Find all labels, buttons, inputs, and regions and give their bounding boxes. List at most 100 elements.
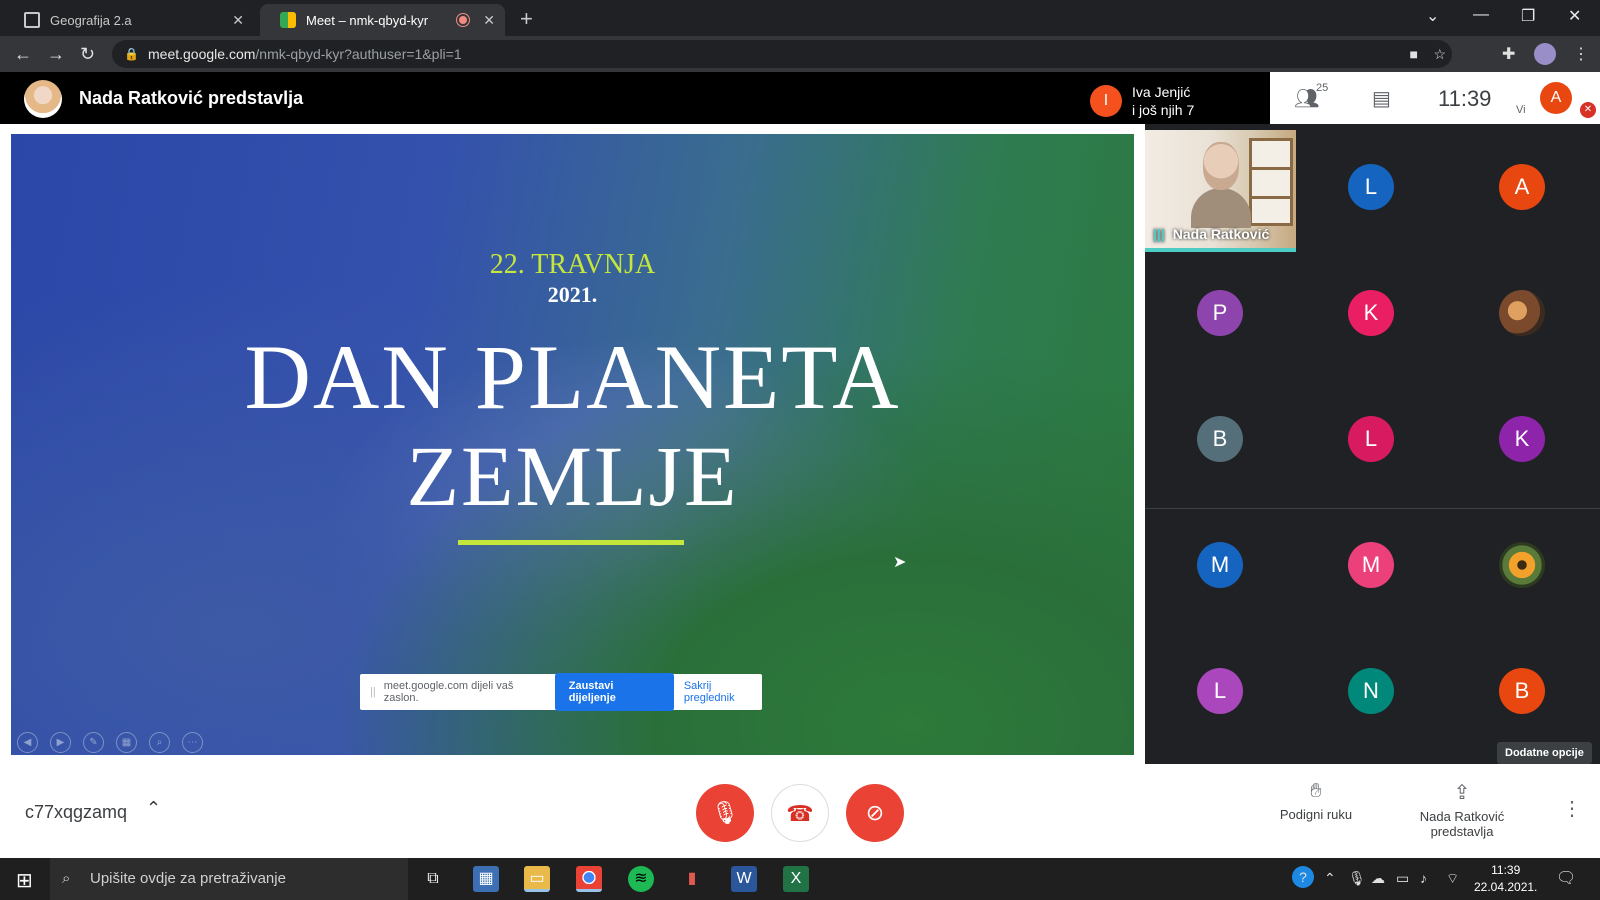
more-options-kebab-icon[interactable]: ⋮ [1562,796,1582,821]
address-toolbar: ← → ↻ 🔒 meet.google.com/nmk-qbyd-kyr?aut… [0,36,1600,72]
self-label: Vi [1516,104,1526,116]
participant-avatar [1499,290,1545,336]
tab-geografija[interactable]: Geografija 2.a ✕ [4,4,254,36]
spotify-icon[interactable]: ≋ [628,866,654,892]
profile-avatar[interactable] [1534,43,1556,65]
next-slide-icon[interactable]: ▶ [50,732,71,753]
participant-tile[interactable]: L [1296,124,1447,250]
file-explorer-icon[interactable]: ▭ [524,866,550,892]
menu-kebab-icon[interactable]: ⋮ [1573,44,1589,64]
tab-title: Meet – nmk-qbyd-kyr [306,12,429,28]
battery-icon[interactable]: ▭ [1396,870,1409,887]
zoom-icon[interactable]: ⌕ [149,732,170,753]
chat-icon[interactable]: ▤ [1372,86,1391,111]
chrome-icon[interactable] [576,866,602,892]
wifi-icon[interactable]: ⌔ [1446,870,1459,888]
participant-tile[interactable]: L [1145,628,1296,754]
close-window-button[interactable]: ✕ [1568,6,1581,26]
raise-hand-button[interactable]: ✋︎ Podigni ruku [1268,780,1364,822]
minimize-button[interactable]: — [1473,6,1489,24]
windows-start-icon[interactable]: ⊞ [16,868,33,893]
pen-icon[interactable]: ✎ [83,732,104,753]
audio-app-icon[interactable]: ▮ [679,866,705,892]
hide-browser-link[interactable]: Sakrij preglednik [684,680,762,704]
prev-slide-icon[interactable]: ◀ [17,732,38,753]
camera-icon[interactable]: ■ [1410,40,1418,68]
participant-tile[interactable] [1447,250,1598,376]
meeting-code[interactable]: c77xqgzamq [25,802,127,823]
participant-tile[interactable]: K [1447,376,1598,502]
maximize-button[interactable]: ❐ [1521,6,1535,26]
mic-toggle-button[interactable]: 🎙︎ [696,784,754,842]
video-name-label: ||| Nada Ratković [1153,226,1269,242]
presenter-face [1203,142,1239,190]
tile-name: Nada Ratković [1172,226,1270,242]
more-options-tooltip: Dodatne opcije [1497,742,1592,764]
camera-toggle-button[interactable]: ⊘ [846,784,904,842]
lock-icon: 🔒 [124,47,139,61]
participant-tile[interactable]: L [1296,376,1447,502]
task-view-icon[interactable]: ⧉ [420,866,446,892]
tab-search-icon[interactable]: ⌄ [1426,6,1439,26]
slide-year: 2021. [547,282,598,307]
more-options-icon[interactable]: ⋯ [182,732,203,753]
url-bar[interactable]: 🔒 meet.google.com/nmk-qbyd-kyr?authuser=… [112,40,1452,68]
recording-icon [457,14,469,26]
excel-icon[interactable]: X [783,866,809,892]
participants-grid: ||| Nada Ratković L A P K B L K M M L N B [1145,124,1600,764]
participant-tile[interactable]: A [1447,124,1598,250]
stop-sharing-button[interactable]: Zaustavi dijeljenje [554,673,674,711]
calculator-icon[interactable]: ▦ [473,866,499,892]
mouse-cursor-icon: ➤ [893,554,907,571]
join-notification[interactable]: I Iva Jenjić i još njih 7 [1090,78,1270,124]
meet-info-bar: 👥︎ 25 ▤ 11:39 Vi A ✕ [1270,72,1600,124]
volume-icon[interactable]: ♪ [1420,870,1427,886]
taskbar-clock[interactable]: 11:39 22.04.2021. [1474,862,1537,896]
tray-expand-icon[interactable]: ⌃ [1324,870,1336,887]
participant-tile[interactable]: P [1145,250,1296,376]
help-icon[interactable]: ? [1292,866,1314,888]
mic-off-icon: 🎙︎ [711,800,739,825]
search-icon: ⌕ [62,870,71,887]
new-tab-button[interactable]: + [520,6,533,32]
slide-date: 22. TRAVNJA [489,249,656,280]
participant-tile[interactable]: B [1447,628,1598,754]
bookmark-star-icon[interactable]: ☆ [1433,40,1446,68]
close-tab-icon[interactable]: ✕ [232,12,244,29]
presenter-body [1191,188,1251,228]
presenter-avatar [24,80,62,118]
presenting-button[interactable]: ⇪ Nada Ratković predstavlja [1406,780,1518,839]
tab-meet[interactable]: Meet – nmk-qbyd-kyr ✕ [260,4,505,36]
participant-tile[interactable]: M [1296,502,1447,628]
self-avatar[interactable]: A [1540,82,1572,114]
participant-tile[interactable]: B [1145,376,1296,502]
back-icon[interactable]: ← [14,44,32,65]
participant-tile[interactable] [1447,502,1598,628]
taskbar-date: 22.04.2021. [1474,880,1538,894]
onedrive-icon[interactable]: ☁︎ [1371,870,1385,887]
presenter-video-tile[interactable]: ||| Nada Ratković [1145,124,1296,252]
extensions-icon[interactable]: ✚ [1502,44,1515,64]
chevron-up-icon[interactable]: ⌃ [146,798,161,819]
close-tab-icon[interactable]: ✕ [483,12,495,29]
participant-tile[interactable]: M [1145,502,1296,628]
slides-grid-icon[interactable]: ▦ [116,732,137,753]
reload-icon[interactable]: ↻ [80,44,95,65]
microphone-icon[interactable]: 🎙︎ [1348,870,1366,887]
drag-handle-icon[interactable]: || [370,686,376,698]
taskbar-time: 11:39 [1491,863,1521,877]
word-icon[interactable]: W [731,866,757,892]
participant-avatar [1499,542,1545,588]
participant-tile[interactable]: K [1296,250,1447,376]
shared-slide: 22. TRAVNJA 2021. DAN PLANETA ZEMLJE || … [11,134,1134,755]
notification-center-icon[interactable]: 🗨︎ [1556,868,1576,888]
tab-title: Geografija 2.a [50,12,132,28]
search-placeholder: Upišite ovdje za pretraživanje [90,870,286,887]
taskbar-search[interactable]: ⌕ Upišite ovdje za pretraživanje [50,858,408,900]
presenter-video: ||| Nada Ratković [1145,130,1296,252]
forward-icon[interactable]: → [47,44,65,65]
windows-taskbar: ⊞ ⌕ Upišite ovdje za pretraživanje ⧉ ▦ ▭… [0,858,1600,900]
leave-call-button[interactable]: ☎︎ [771,784,829,842]
presentation-stage: 22. TRAVNJA 2021. DAN PLANETA ZEMLJE || … [0,124,1145,764]
participant-tile[interactable]: N [1296,628,1447,754]
